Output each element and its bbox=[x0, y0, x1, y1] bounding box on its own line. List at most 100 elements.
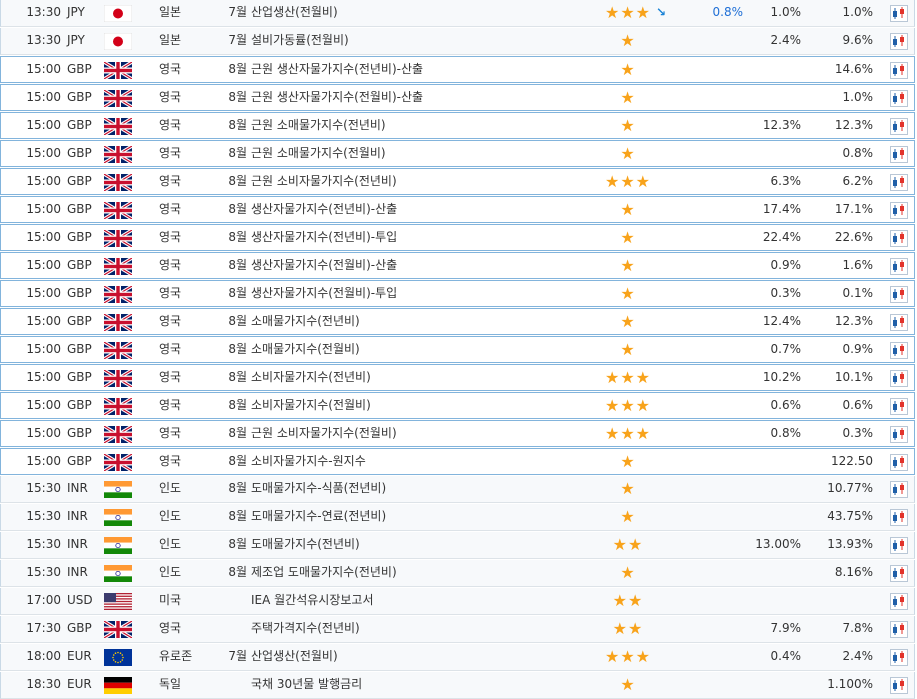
event-name-link[interactable]: 생산자물가지수(전년비)-투입 bbox=[251, 225, 591, 250]
table-row[interactable]: 15:00 GBP 영국 8월 소매물가지수(전월비) ★ 0.7% 0.9% bbox=[0, 336, 915, 363]
table-row[interactable]: 15:00 GBP 영국 8월 근원 생산자물가지수(전년비)-산출 ★ 14.6% bbox=[0, 56, 915, 83]
table-row[interactable]: 18:00 EUR 유로존 7월 산업생산(전월비) ★★★ 0.4% 2.4% bbox=[0, 644, 915, 671]
table-row[interactable]: 13:30 JPY 일본 7월 산업생산(전월비) ★★★ ↘ 0.8% 1.0% 1.0% bbox=[0, 0, 915, 27]
event-name-link[interactable]: 주택가격지수(전년비) bbox=[251, 616, 591, 641]
event-name-link[interactable]: 산업생산(전월비) bbox=[251, 0, 591, 25]
event-name-link[interactable]: 소비자물가지수(전월비) bbox=[251, 393, 591, 418]
event-name-link[interactable]: 도매물가지수-연료(전년비) bbox=[251, 504, 591, 529]
event-name-link[interactable]: 생산자물가지수(전월비)-산출 bbox=[251, 253, 591, 278]
importance-stars: ★★★ bbox=[604, 396, 652, 415]
chart-icon[interactable] bbox=[890, 33, 908, 50]
event-name-link[interactable]: 산업생산(전월비) bbox=[251, 644, 591, 669]
country-flag-gb-icon bbox=[104, 62, 132, 79]
chart-icon[interactable] bbox=[890, 677, 908, 694]
event-name-link[interactable]: 근원 소매물가지수(전월비) bbox=[251, 141, 591, 166]
event-name-link[interactable]: 근원 소비자물가지수(전년비) bbox=[251, 169, 591, 194]
table-row[interactable]: 15:00 GBP 영국 8월 소비자물가지수(전년비) ★★★ 10.2% 10.1% bbox=[0, 364, 915, 391]
chart-icon[interactable] bbox=[890, 565, 908, 582]
previous-value: 12.3% bbox=[834, 314, 873, 328]
chart-icon[interactable] bbox=[890, 454, 908, 471]
currency-cell: GBP bbox=[67, 230, 92, 244]
table-row[interactable]: 15:00 GBP 영국 8월 생산자물가지수(전월비)-산출 ★ 0.9% 1.6% bbox=[0, 252, 915, 279]
time-cell: 15:00 bbox=[26, 90, 61, 104]
table-row[interactable]: 15:00 GBP 영국 8월 근원 소매물가지수(전년비) ★ 12.3% 12.3% bbox=[0, 112, 915, 139]
event-name-link[interactable]: 소비자물가지수(전년비) bbox=[251, 365, 591, 390]
table-row[interactable]: 15:00 GBP 영국 8월 근원 소매물가지수(전월비) ★ 0.8% bbox=[0, 140, 915, 167]
table-row[interactable]: 15:30 INR 인도 8월 도매물가지수-식품(전년비) ★ 10.77% bbox=[0, 476, 915, 503]
chart-icon[interactable] bbox=[890, 398, 908, 415]
event-name-link[interactable]: 생산자물가지수(전월비)-투입 bbox=[251, 281, 591, 306]
table-row[interactable]: 15:00 GBP 영국 8월 생산자물가지수(전년비)-투입 ★ 22.4% 22.6% bbox=[0, 224, 915, 251]
forecast-value: 7.9% bbox=[770, 621, 802, 635]
table-row[interactable]: 15:00 GBP 영국 8월 소비자물가지수(전월비) ★★★ 0.6% 0.6% bbox=[0, 392, 915, 419]
forecast-value bbox=[743, 504, 801, 529]
table-row[interactable]: 15:30 INR 인도 8월 도매물가지수(전년비) ★★ 13.00% 13.93% bbox=[0, 532, 915, 559]
table-row[interactable]: 17:00 USD 미국 IEA 월간석유시장보고서 ★★ bbox=[0, 588, 915, 615]
period-cell bbox=[211, 588, 247, 613]
table-row[interactable]: 15:00 GBP 영국 8월 소매물가지수(전년비) ★ 12.4% 12.3% bbox=[0, 308, 915, 335]
event-name-link[interactable]: 제조업 도매물가지수(전년비) bbox=[251, 560, 591, 585]
period-cell: 8월 bbox=[228, 258, 247, 272]
chart-icon[interactable] bbox=[890, 90, 908, 107]
chart-icon[interactable] bbox=[890, 593, 908, 610]
event-name-link[interactable]: 국채 30년물 발행금리 bbox=[251, 672, 591, 697]
chart-icon[interactable] bbox=[890, 146, 908, 163]
chart-icon[interactable] bbox=[890, 62, 908, 79]
chart-icon[interactable] bbox=[890, 621, 908, 638]
chart-icon[interactable] bbox=[890, 342, 908, 359]
chart-icon[interactable] bbox=[890, 202, 908, 219]
event-name-link[interactable]: 근원 소비자물가지수(전월비) bbox=[251, 421, 591, 446]
table-row[interactable]: 15:30 INR 인도 8월 제조업 도매물가지수(전년비) ★ 8.16% bbox=[0, 560, 915, 587]
table-row[interactable]: 15:00 GBP 영국 8월 근원 생산자물가지수(전월비)-산출 ★ 1.0% bbox=[0, 84, 915, 111]
chart-icon[interactable] bbox=[890, 370, 908, 387]
table-row[interactable]: 17:30 GBP 영국 주택가격지수(전년비) ★★ 7.9% 7.8% bbox=[0, 616, 915, 643]
chart-icon[interactable] bbox=[890, 481, 908, 498]
chart-icon[interactable] bbox=[890, 537, 908, 554]
chart-icon[interactable] bbox=[890, 5, 908, 22]
previous-value: 12.3% bbox=[834, 118, 873, 132]
table-row[interactable]: 15:00 GBP 영국 8월 근원 소비자물가지수(전월비) ★★★ 0.8% 0.3% bbox=[0, 420, 915, 447]
country-flag-in-icon bbox=[104, 565, 132, 582]
event-name-link[interactable]: 소비자물가지수-원지수 bbox=[251, 449, 591, 474]
chart-icon[interactable] bbox=[890, 649, 908, 666]
table-row[interactable]: 15:30 INR 인도 8월 도매물가지수-연료(전년비) ★ 43.75% bbox=[0, 504, 915, 531]
chart-icon[interactable] bbox=[890, 258, 908, 275]
event-name-link[interactable]: 근원 소매물가지수(전년비) bbox=[251, 113, 591, 138]
event-name-link[interactable]: 근원 생산자물가지수(전년비)-산출 bbox=[251, 57, 591, 82]
event-name-link[interactable]: 소매물가지수(전년비) bbox=[251, 309, 591, 334]
table-row[interactable]: 15:00 GBP 영국 8월 생산자물가지수(전년비)-산출 ★ 17.4% 17.1% bbox=[0, 196, 915, 223]
importance-stars: ★ bbox=[620, 507, 636, 526]
table-row[interactable]: 13:30 JPY 일본 7월 설비가동률(전월비) ★ 2.4% 9.6% bbox=[0, 28, 915, 55]
event-name-link[interactable]: IEA 월간석유시장보고서 bbox=[251, 588, 591, 613]
event-name-link[interactable]: 생산자물가지수(전년비)-산출 bbox=[251, 197, 591, 222]
actual-value bbox=[681, 113, 743, 138]
event-name-link[interactable]: 도매물가지수(전년비) bbox=[251, 532, 591, 557]
chart-icon[interactable] bbox=[890, 314, 908, 331]
event-name-link[interactable]: 설비가동률(전월비) bbox=[251, 28, 591, 53]
trend-arrow-icon bbox=[656, 141, 672, 166]
chart-icon[interactable] bbox=[890, 509, 908, 526]
previous-value: 17.1% bbox=[834, 202, 873, 216]
chart-icon[interactable] bbox=[890, 230, 908, 247]
currency-cell: GBP bbox=[67, 314, 92, 328]
forecast-value: 0.6% bbox=[770, 398, 802, 412]
country-flag-gb-icon bbox=[104, 174, 132, 191]
chart-icon[interactable] bbox=[890, 286, 908, 303]
period-cell: 8월 bbox=[228, 342, 247, 356]
time-cell: 15:00 bbox=[26, 342, 61, 356]
period-cell: 7월 bbox=[228, 649, 247, 663]
table-row[interactable]: 15:00 GBP 영국 8월 소비자물가지수-원지수 ★ 122.50 bbox=[0, 448, 915, 475]
forecast-value bbox=[743, 449, 801, 474]
event-name-link[interactable]: 도매물가지수-식품(전년비) bbox=[251, 476, 591, 501]
event-name-link[interactable]: 소매물가지수(전월비) bbox=[251, 337, 591, 362]
chart-icon[interactable] bbox=[890, 118, 908, 135]
country-flag-in-icon bbox=[104, 509, 132, 526]
table-row[interactable]: 15:00 GBP 영국 8월 근원 소비자물가지수(전년비) ★★★ 6.3% 6.2% bbox=[0, 168, 915, 195]
chart-icon[interactable] bbox=[890, 426, 908, 443]
table-row[interactable]: 18:30 EUR 독일 국채 30년물 발행금리 ★ 1.100% bbox=[0, 672, 915, 699]
table-row[interactable]: 15:00 GBP 영국 8월 생산자물가지수(전월비)-투입 ★ 0.3% 0.1% bbox=[0, 280, 915, 307]
country-flag-jp-icon bbox=[104, 33, 132, 50]
actual-value bbox=[681, 504, 743, 529]
event-name-link[interactable]: 근원 생산자물가지수(전월비)-산출 bbox=[251, 85, 591, 110]
chart-icon[interactable] bbox=[890, 174, 908, 191]
